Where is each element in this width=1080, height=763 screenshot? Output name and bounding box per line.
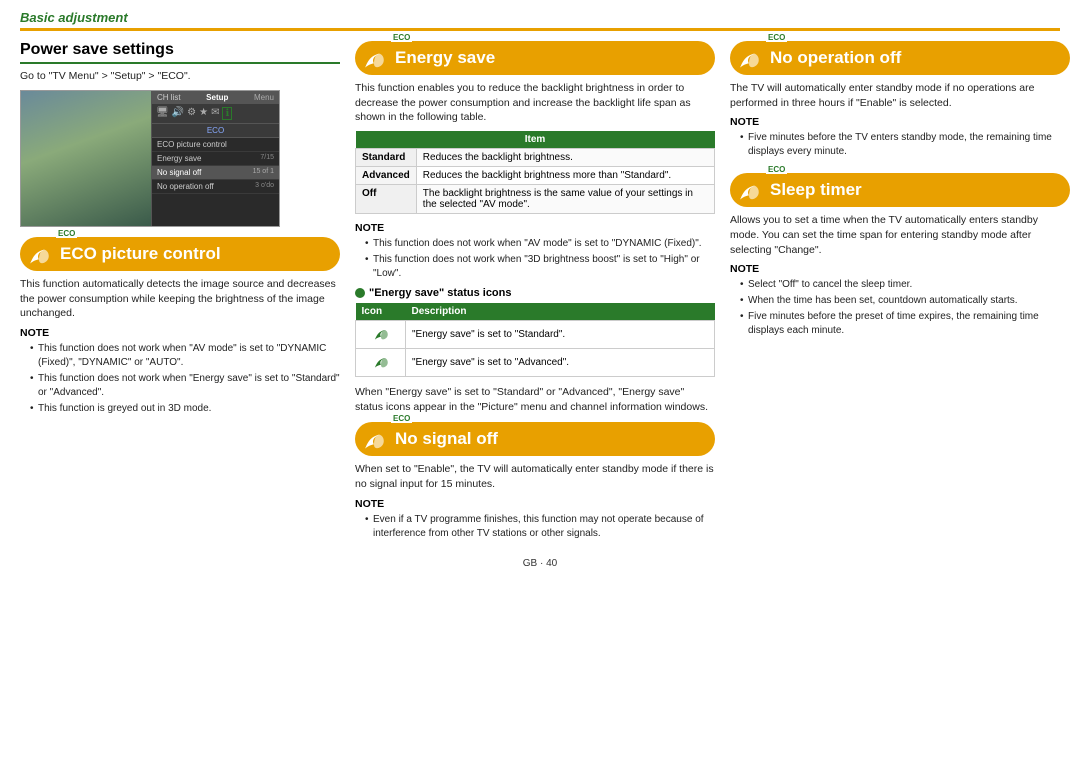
- tv-item-no-operation: No operation off3 o'do: [152, 180, 279, 194]
- status-desc-2: "Energy save" is set to "Advanced".: [406, 349, 715, 377]
- no-operation-banner: ECO No operation off: [730, 41, 1070, 75]
- status-icon-cell: [356, 321, 406, 349]
- table-cell-item: Advanced: [356, 167, 417, 185]
- bullet-icon: [355, 288, 365, 298]
- no-signal-note-list: Even if a TV programme finishes, this fu…: [355, 513, 715, 541]
- eco-badge-picture: ECO: [56, 229, 77, 238]
- no-operation-note: NOTE Five minutes before the TV enters s…: [730, 116, 1070, 159]
- status-icon-cell-2: [356, 349, 406, 377]
- tv-icon-2: 🔊: [172, 107, 184, 120]
- status-col-icon: Icon: [356, 303, 406, 321]
- status-leaf-icon-1: [372, 324, 390, 342]
- note-item: Five minutes before the TV enters standb…: [740, 131, 1070, 159]
- energy-save-title: Energy save: [395, 48, 495, 68]
- status-leaf-icon-2: [372, 352, 390, 370]
- eco-picture-body: This function automatically detects the …: [20, 277, 340, 321]
- tv-item-eco-picture: ECO picture control: [152, 138, 279, 152]
- no-operation-note-title: NOTE: [730, 116, 1070, 128]
- energy-save-note-list: This function does not work when "AV mod…: [355, 237, 715, 281]
- note-item: Select "Off" to cancel the sleep timer.: [740, 278, 1070, 292]
- status-row: "Energy save" is set to "Advanced".: [356, 349, 715, 377]
- energy-save-note: NOTE This function does not work when "A…: [355, 222, 715, 281]
- table-cell-desc: Reduces the backlight brightness.: [416, 149, 714, 167]
- tv-item-energy-save: Energy save7/15: [152, 152, 279, 166]
- leaf-icon-picture: [26, 241, 52, 267]
- table-cell-item: Standard: [356, 149, 417, 167]
- page-number: GB · 40: [523, 558, 557, 569]
- table-cell-desc: The backlight brightness is the same val…: [416, 185, 714, 214]
- no-operation-note-list: Five minutes before the TV enters standb…: [730, 131, 1070, 159]
- energy-save-note-title: NOTE: [355, 222, 715, 234]
- sleep-timer-body: Allows you to set a time when the TV aut…: [730, 213, 1070, 257]
- table-cell-item: Off: [356, 185, 417, 214]
- eco-badge-energy: ECO: [391, 33, 412, 42]
- note-item: Even if a TV programme finishes, this fu…: [365, 513, 715, 541]
- sleep-timer-banner: ECO Sleep timer: [730, 173, 1070, 207]
- eco-badge-signal: ECO: [391, 414, 412, 423]
- leaf-icon-sleep: [736, 177, 762, 203]
- status-row: "Energy save" is set to "Standard".: [356, 321, 715, 349]
- note-item: This function does not work when "AV mod…: [30, 342, 340, 370]
- no-operation-title: No operation off: [770, 48, 901, 68]
- eco-picture-banner: ECO ECO picture control: [20, 237, 340, 271]
- energy-save-table: Item Standard Reduces the backlight brig…: [355, 131, 715, 214]
- col-mid: ECO Energy save This function enables yo…: [355, 41, 715, 543]
- col-right: ECO No operation off The TV will automat…: [730, 41, 1070, 340]
- note-item: Five minutes before the preset of time e…: [740, 310, 1070, 338]
- tv-menu-screenshot: CH list Setup Menu 🖥 🔊 ⚙ ★ ✉ ℹ ECO: [20, 90, 280, 227]
- table-cell-desc: Reduces the backlight brightness more th…: [416, 167, 714, 185]
- no-signal-note-title: NOTE: [355, 498, 715, 510]
- note-item: When the time has been set, countdown au…: [740, 294, 1070, 308]
- status-icons-label: "Energy save" status icons: [369, 287, 512, 299]
- note-item: This function does not work when "AV mod…: [365, 237, 715, 251]
- no-signal-body: When set to "Enable", the TV will automa…: [355, 462, 715, 491]
- tv-item-no-signal: No signal off15 of 1: [152, 166, 279, 180]
- tv-menu-label: Menu: [254, 93, 274, 102]
- eco-picture-note: NOTE This function does not work when "A…: [20, 327, 340, 416]
- status-desc: "Energy save" is set to "Standard".: [406, 321, 715, 349]
- table-row: Advanced Reduces the backlight brightnes…: [356, 167, 715, 185]
- energy-save-banner: ECO Energy save: [355, 41, 715, 75]
- go-to-text: Go to "TV Menu" > "Setup" > "ECO".: [20, 70, 340, 82]
- tv-icon-3: ⚙: [187, 107, 196, 120]
- table-header: Item: [356, 131, 715, 149]
- status-icons-title: "Energy save" status icons: [355, 287, 715, 299]
- eco-picture-note-title: NOTE: [20, 327, 340, 339]
- col-left: Power save settings Go to "TV Menu" > "S…: [20, 41, 340, 418]
- tv-setup: Setup: [206, 93, 228, 102]
- note-item: This function does not work when "3D bri…: [365, 253, 715, 281]
- tv-icon-1: 🖥: [156, 107, 169, 120]
- no-signal-title: No signal off: [395, 429, 498, 449]
- leaf-icon-signal: [361, 426, 387, 452]
- sleep-timer-note: NOTE Select "Off" to cancel the sleep ti…: [730, 263, 1070, 338]
- no-operation-body: The TV will automatically enter standby …: [730, 81, 1070, 110]
- energy-save-body: This function enables you to reduce the …: [355, 81, 715, 125]
- tv-icon-6: ℹ: [222, 107, 232, 120]
- eco-badge-sleep: ECO: [766, 165, 787, 174]
- sleep-timer-note-list: Select "Off" to cancel the sleep timer. …: [730, 278, 1070, 338]
- status-icons-table: Icon Description "Energy save" is set to…: [355, 303, 715, 377]
- note-item: This function does not work when "Energy…: [30, 372, 340, 400]
- leaf-icon-energy: [361, 45, 387, 71]
- status-col-desc: Description: [406, 303, 715, 321]
- power-save-title: Power save settings: [20, 41, 340, 64]
- note-item: This function is greyed out in 3D mode.: [30, 402, 340, 416]
- eco-badge-operation: ECO: [766, 33, 787, 42]
- energy-status-body: When "Energy save" is set to "Standard" …: [355, 385, 715, 414]
- no-signal-note: NOTE Even if a TV programme finishes, th…: [355, 498, 715, 541]
- section-header: Basic adjustment: [20, 10, 1060, 31]
- eco-picture-note-list: This function does not work when "AV mod…: [20, 342, 340, 416]
- leaf-icon-operation: [736, 45, 762, 71]
- tv-icon-5: ✉: [211, 107, 219, 120]
- sleep-timer-note-title: NOTE: [730, 263, 1070, 275]
- no-signal-banner: ECO No signal off: [355, 422, 715, 456]
- tv-ch-list: CH list: [157, 93, 181, 102]
- eco-picture-title: ECO picture control: [60, 244, 221, 264]
- sleep-timer-title: Sleep timer: [770, 180, 862, 200]
- table-row: Standard Reduces the backlight brightnes…: [356, 149, 715, 167]
- table-row: Off The backlight brightness is the same…: [356, 185, 715, 214]
- tv-eco-label: ECO: [152, 124, 279, 138]
- tv-icon-4: ★: [199, 107, 208, 120]
- page-footer: GB · 40: [20, 558, 1060, 569]
